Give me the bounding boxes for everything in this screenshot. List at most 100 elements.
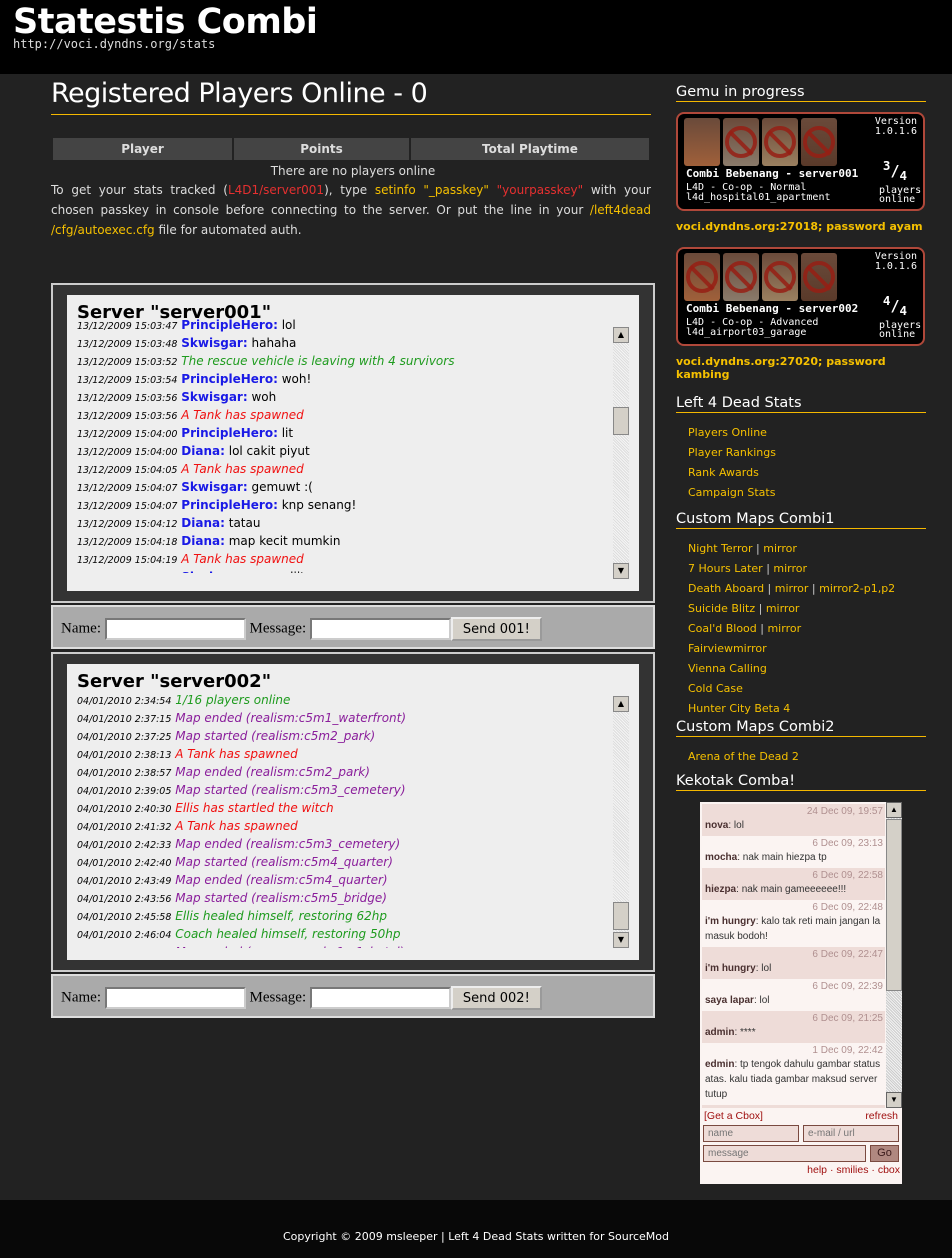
separator: ·: [868, 1164, 878, 1176]
map-link[interactable]: Vienna Calling: [688, 662, 767, 675]
message-user[interactable]: nova: [705, 820, 728, 831]
list-item: Hunter City Beta 4: [676, 699, 926, 719]
cbox-message-input[interactable]: [703, 1145, 866, 1162]
mirror-link[interactable]: mirror: [766, 602, 800, 615]
log-timestamp: 13/12/2009 15:03:52: [77, 357, 178, 368]
message-text: lol: [761, 963, 772, 974]
message-user[interactable]: i'm hungry: [705, 963, 756, 974]
list-item: Vienna Calling: [676, 659, 926, 679]
scroll-down-icon[interactable]: ▼: [886, 1092, 902, 1108]
mirror-link[interactable]: mirror: [763, 542, 797, 555]
link-list: Night Terror | mirror 7 Hours Later | mir…: [676, 539, 926, 719]
map-link[interactable]: Suicide Blitz: [688, 602, 755, 615]
message-text: lol: [759, 995, 770, 1006]
player-name: PrincipleHero:: [181, 426, 278, 440]
log-message: Coach healed himself, restoring 50hp: [175, 927, 401, 941]
log-message: The rescue vehicle is leaving with 4 sur…: [181, 354, 455, 368]
name-input[interactable]: [104, 618, 246, 640]
log-message: Map ended (realism:c5m1_waterfront): [175, 711, 407, 725]
message-user[interactable]: mocha: [705, 852, 737, 863]
no-entry-icon: [686, 261, 718, 293]
player-name: PrincipleHero:: [181, 318, 278, 332]
cbox-go-button[interactable]: Go: [870, 1145, 899, 1162]
players-max: 4: [899, 303, 907, 318]
map-link[interactable]: Campaign Stats: [688, 486, 775, 499]
map-link[interactable]: Coal'd Blood: [688, 622, 757, 635]
log-message: Ellis has startled the witch: [175, 801, 334, 815]
message-user[interactable]: edmin: [705, 1059, 734, 1070]
message-date: 6 Dec 09, 22:39: [812, 981, 883, 992]
mirror-link[interactable]: mirror: [767, 622, 801, 635]
message-user[interactable]: hiezpa: [705, 884, 736, 895]
map-link[interactable]: Hunter City Beta 4: [688, 702, 790, 715]
server-status-card[interactable]: Version 1.0.1.6 Combi Bebenang - server00…: [676, 112, 925, 211]
mirror-link[interactable]: mirror: [775, 582, 809, 595]
map-link[interactable]: Player Rankings: [688, 446, 776, 459]
scroll-up-icon[interactable]: ▲: [613, 327, 629, 343]
cbox-scrollbar[interactable]: ▲ ▼: [886, 802, 902, 1108]
survivor-portrait: [684, 118, 720, 166]
map-link[interactable]: Cold Case: [688, 682, 743, 695]
refresh-link[interactable]: refresh: [865, 1110, 898, 1122]
message-input[interactable]: [309, 618, 451, 640]
scroll-up-icon[interactable]: ▲: [613, 696, 629, 712]
message-date: 6 Dec 09, 23:13: [812, 838, 883, 849]
map-link[interactable]: Arena of the Dead 2: [688, 750, 799, 763]
version-text: Version 1.0.1.6: [874, 251, 917, 272]
cbox-email-input[interactable]: [803, 1125, 899, 1142]
message-user[interactable]: i'm hungry: [705, 916, 756, 927]
server-address[interactable]: voci.dyndns.org:27020; password kambing: [676, 355, 926, 381]
scroll-thumb[interactable]: [613, 407, 629, 435]
map-link[interactable]: Players Online: [688, 426, 767, 439]
scroll-thumb[interactable]: [613, 902, 629, 930]
smilies-link[interactable]: smilies: [836, 1164, 868, 1176]
help-link[interactable]: help: [807, 1164, 827, 1176]
map-link[interactable]: 7 Hours Later: [688, 562, 763, 575]
separator: |: [755, 602, 766, 615]
mirror-link[interactable]: mirror: [773, 562, 807, 575]
send-button[interactable]: Send 001!: [450, 617, 542, 641]
info-text: To get your stats tracked (: [51, 183, 228, 197]
server-log-box: Server "server002" 04/01/2010 2:34:54 1/1…: [67, 664, 639, 960]
log-line: 13/12/2009 15:03:47 PrincipleHero: lol: [77, 317, 607, 335]
scroll-down-icon[interactable]: ▼: [613, 563, 629, 579]
message-user[interactable]: saya lapar: [705, 995, 754, 1006]
map-link[interactable]: Night Terror: [688, 542, 753, 555]
server-mode: L4D - Co-op - Normal l4d_hospital01_apart…: [686, 183, 831, 203]
get-cbox-link[interactable]: [Get a Cbox]: [704, 1110, 763, 1122]
player-count: 3/4: [882, 158, 907, 183]
log-scrollbar[interactable]: ▲ ▼: [613, 696, 629, 948]
separator: ·: [827, 1164, 837, 1176]
send-button[interactable]: Send 002!: [450, 986, 542, 1010]
scroll-thumb[interactable]: [886, 819, 902, 991]
map-link[interactable]: Fairviewmirror: [688, 642, 767, 655]
message-user[interactable]: admin: [705, 1027, 734, 1038]
server-address[interactable]: voci.dyndns.org:27018; password ayam: [676, 220, 926, 233]
col-player[interactable]: Player: [53, 138, 232, 160]
server-title: Server "server002": [77, 671, 272, 692]
log-scrollbar[interactable]: ▲ ▼: [613, 327, 629, 579]
cbox-name-input[interactable]: [703, 1125, 799, 1142]
server-panel: Server "server001" 13/12/2009 15:03:47 Pr…: [51, 283, 655, 603]
chat-form: Name: Message: Send 002!: [51, 974, 655, 1018]
message-input[interactable]: [309, 987, 451, 1009]
player-name: Diana:: [181, 444, 225, 458]
mirror-link[interactable]: mirror2-p1,p2: [819, 582, 895, 595]
no-entry-icon: [764, 126, 796, 158]
no-entry-icon: [803, 126, 835, 158]
log-timestamp: 13/12/2009 15:04:00: [77, 429, 178, 440]
scroll-up-icon[interactable]: ▲: [886, 802, 902, 818]
cbox-link[interactable]: cbox: [878, 1164, 900, 1176]
col-points[interactable]: Points: [234, 138, 409, 160]
log-message: lol: [281, 318, 296, 332]
log-timestamp: 04/01/2010 2:43:56: [77, 894, 172, 905]
col-playtime[interactable]: Total Playtime: [411, 138, 649, 160]
map-link[interactable]: Death Aboard: [688, 582, 764, 595]
command-text: setinfo "_passkey": [374, 183, 489, 197]
site-title[interactable]: Statestis Combi: [13, 2, 318, 42]
name-input[interactable]: [104, 987, 246, 1009]
map-link[interactable]: Rank Awards: [688, 466, 759, 479]
scroll-down-icon[interactable]: ▼: [613, 932, 629, 948]
log-line: 04/01/2010 2:34:54 1/16 players online: [77, 692, 607, 710]
server-status-card[interactable]: Version 1.0.1.6 Combi Bebenang - server00…: [676, 247, 925, 346]
